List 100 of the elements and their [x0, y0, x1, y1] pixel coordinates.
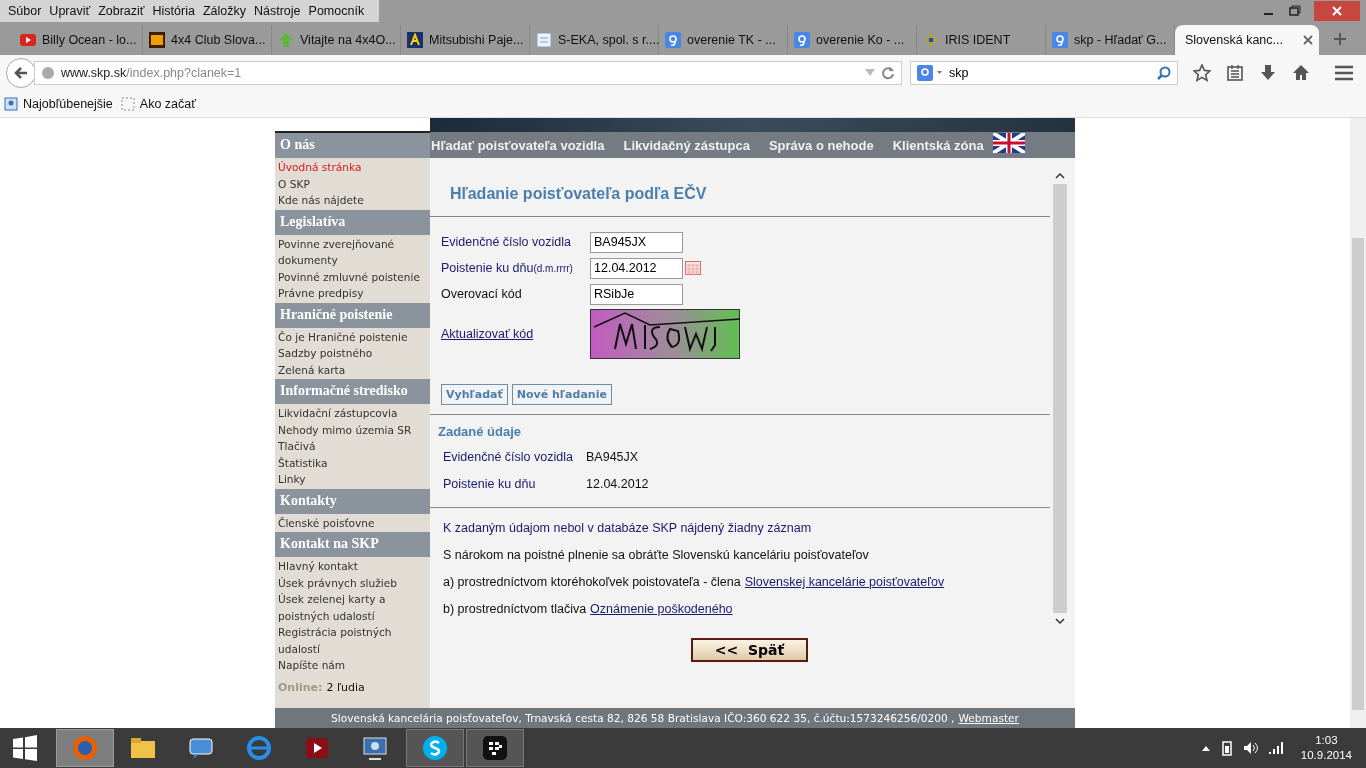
sidebar-link[interactable]: Úsek zelenej karty a poistných udalostí [278, 591, 427, 624]
address-bar[interactable]: www.skp.sk/index.php?clanek=1 [34, 60, 902, 85]
windows-start-icon[interactable] [12, 735, 38, 761]
search-field[interactable]: skp [910, 60, 1178, 85]
search-logo-icon [794, 32, 810, 48]
restore-icon[interactable] [1288, 5, 1302, 17]
sidebar-link[interactable]: Napíšte nám [278, 657, 427, 674]
result-text: b) prostredníctvom tlačiva [443, 602, 587, 616]
content-scrollbar[interactable] [1052, 172, 1068, 625]
menu-icon[interactable] [1334, 63, 1354, 82]
close-icon [1331, 5, 1343, 17]
show-hidden-icons-icon[interactable] [1200, 744, 1211, 752]
signal-icon[interactable] [1267, 741, 1284, 755]
summary-value: 12.04.2012 [586, 476, 649, 491]
close-tab-icon[interactable] [1303, 35, 1313, 45]
form-button[interactable]: Vyhľadať [441, 384, 508, 405]
refresh-code-link[interactable]: Aktualizovať kód [441, 327, 590, 341]
bookmark-link[interactable]: Najobľúbenejšie [4, 96, 113, 111]
page-scrollbar[interactable] [1350, 118, 1366, 728]
sidebar-link[interactable]: Zelená karta [278, 361, 427, 378]
sidebar-link[interactable]: Povinne zverejňované dokumenty [278, 235, 427, 269]
flag-icon[interactable] [992, 133, 1025, 153]
reading-list-icon[interactable] [1226, 63, 1244, 82]
sidebar-link[interactable]: Čo je Hraničné poistenie [278, 328, 427, 345]
sidebar-heading: Hraničné poistenie [275, 302, 430, 328]
nav-link[interactable]: Likvidačný zástupca [623, 137, 750, 153]
sidebar-heading: Legislatíva [275, 209, 430, 235]
new-tab-icon[interactable] [1333, 32, 1347, 46]
sidebar-link[interactable]: Likvidační zástupcovia [278, 405, 427, 422]
scroll-down-icon[interactable] [1055, 617, 1065, 625]
home-icon[interactable] [1292, 63, 1310, 82]
menu-item[interactable]: Pomocník [304, 4, 369, 18]
sidebar-link[interactable]: Registrácia poistných udalostí [278, 624, 427, 657]
back-arrow-icon [13, 64, 29, 81]
field-label: Overovací kód [441, 287, 523, 301]
volume-icon[interactable] [1242, 741, 1259, 755]
nav-link[interactable]: Klientská zóna [892, 137, 984, 153]
power-icon[interactable] [1219, 740, 1234, 756]
menu-item[interactable]: Záložky [198, 4, 250, 18]
browser-e-icon[interactable] [245, 734, 273, 762]
sidebar-heading: Kontakt na SKP [275, 532, 430, 557]
search-engine-icon[interactable] [917, 64, 943, 81]
result-notice: K zadaným údajom nebol v databáze SKP nájdený žiadny záznam [443, 521, 813, 535]
result-link[interactable]: Oznámenie poškodeného [590, 602, 733, 616]
webmaster-link[interactable]: Webmaster [958, 712, 1019, 724]
nav-link[interactable]: Hľadať poisťovateľa vozidla [431, 137, 605, 153]
sidebar-link[interactable]: Povinné zmluvné poistenie [278, 268, 427, 285]
menu-item[interactable]: Nástroje [250, 4, 305, 18]
star-icon[interactable] [1193, 63, 1211, 82]
online-label: Online: [278, 681, 323, 694]
page-title: Hľadanie poisťovateľa podľa EČV [450, 185, 708, 203]
section-heading: Zadané údaje [438, 424, 523, 439]
bookmark-link[interactable]: Ako začať [120, 96, 196, 111]
browser-tab[interactable]: Slovenská kanc... [1175, 25, 1319, 55]
field-label: Evidenčné číslo vozidla [441, 235, 572, 249]
search-logo-icon [1052, 32, 1068, 48]
sidebar-link[interactable]: Kde nás nájdete [278, 192, 427, 209]
reload-icon[interactable] [881, 65, 895, 80]
taskbar-app[interactable] [406, 729, 464, 767]
online-count: 2 ľudia [326, 681, 365, 694]
input-field[interactable]: 12.04.2012 [590, 257, 683, 279]
sidebar-link[interactable]: Právne predpisy [278, 285, 427, 302]
scroll-up-icon[interactable] [1055, 172, 1065, 180]
footer-text: Slovenská kancelária poisťovateľov, Trnavská cesta 82, 826 58 Bratislava IČO:360 622 35, č.účtu:1573246256/0200 , [331, 712, 955, 724]
form-button[interactable]: Nové hľadanie [511, 384, 612, 405]
summary-value: BA945JX [586, 449, 639, 464]
menu-item[interactable]: História [148, 4, 199, 18]
sidebar-link[interactable]: Tlačivá [278, 438, 427, 455]
sidebar-heading: O nás [275, 133, 430, 158]
search-icon[interactable] [1157, 65, 1171, 80]
sidebar-link[interactable]: Hlavný kontakt [278, 558, 427, 575]
play-icon [20, 34, 36, 46]
menu-item[interactable]: Upraviť [45, 4, 95, 18]
clock[interactable]: 1:03 10.9.2014 [1300, 733, 1352, 763]
input-field[interactable]: BA945JX [590, 231, 683, 253]
result-link[interactable]: Slovenskej kancelárie poisťovateľov [744, 575, 945, 589]
input-field[interactable]: RSibJe [590, 283, 683, 305]
calendar-icon[interactable] [685, 261, 701, 275]
sidebar-link[interactable]: Štatistika [278, 454, 427, 471]
sidebar-link[interactable]: Linky [278, 471, 427, 488]
back-button[interactable]: << Späť [690, 638, 809, 662]
menu-item[interactable]: Súbor [4, 4, 46, 18]
back-button[interactable] [6, 57, 36, 88]
logo-icon [149, 32, 165, 48]
sidebar-link[interactable]: Členské poisťovne [278, 514, 427, 531]
bookmark-icon [4, 96, 18, 111]
sidebar-link[interactable]: Sadzby poistného [278, 345, 427, 362]
sidebar-link[interactable]: Nehody mimo územia SR [278, 421, 427, 438]
summary-label: Evidenčné číslo vozidla [443, 449, 574, 464]
menu-item[interactable]: Zobraziť [94, 4, 149, 18]
nav-link[interactable]: Správa o nehode [768, 137, 874, 153]
globe-icon [41, 65, 55, 80]
taskbar-app[interactable] [466, 729, 524, 767]
monitor-icon[interactable] [361, 734, 389, 762]
sidebar-link[interactable]: Úsek právnych služieb [278, 574, 427, 591]
sidebar-link[interactable]: Úvodná stránka [278, 159, 427, 176]
result-text: S nárokom na poistné plnenie sa obráťte Slovenskú kanceláriu poisťovateľov [443, 548, 870, 562]
close-button[interactable] [1314, 1, 1360, 21]
download-icon[interactable] [1259, 63, 1277, 82]
sidebar-link[interactable]: O SKP [278, 175, 427, 192]
